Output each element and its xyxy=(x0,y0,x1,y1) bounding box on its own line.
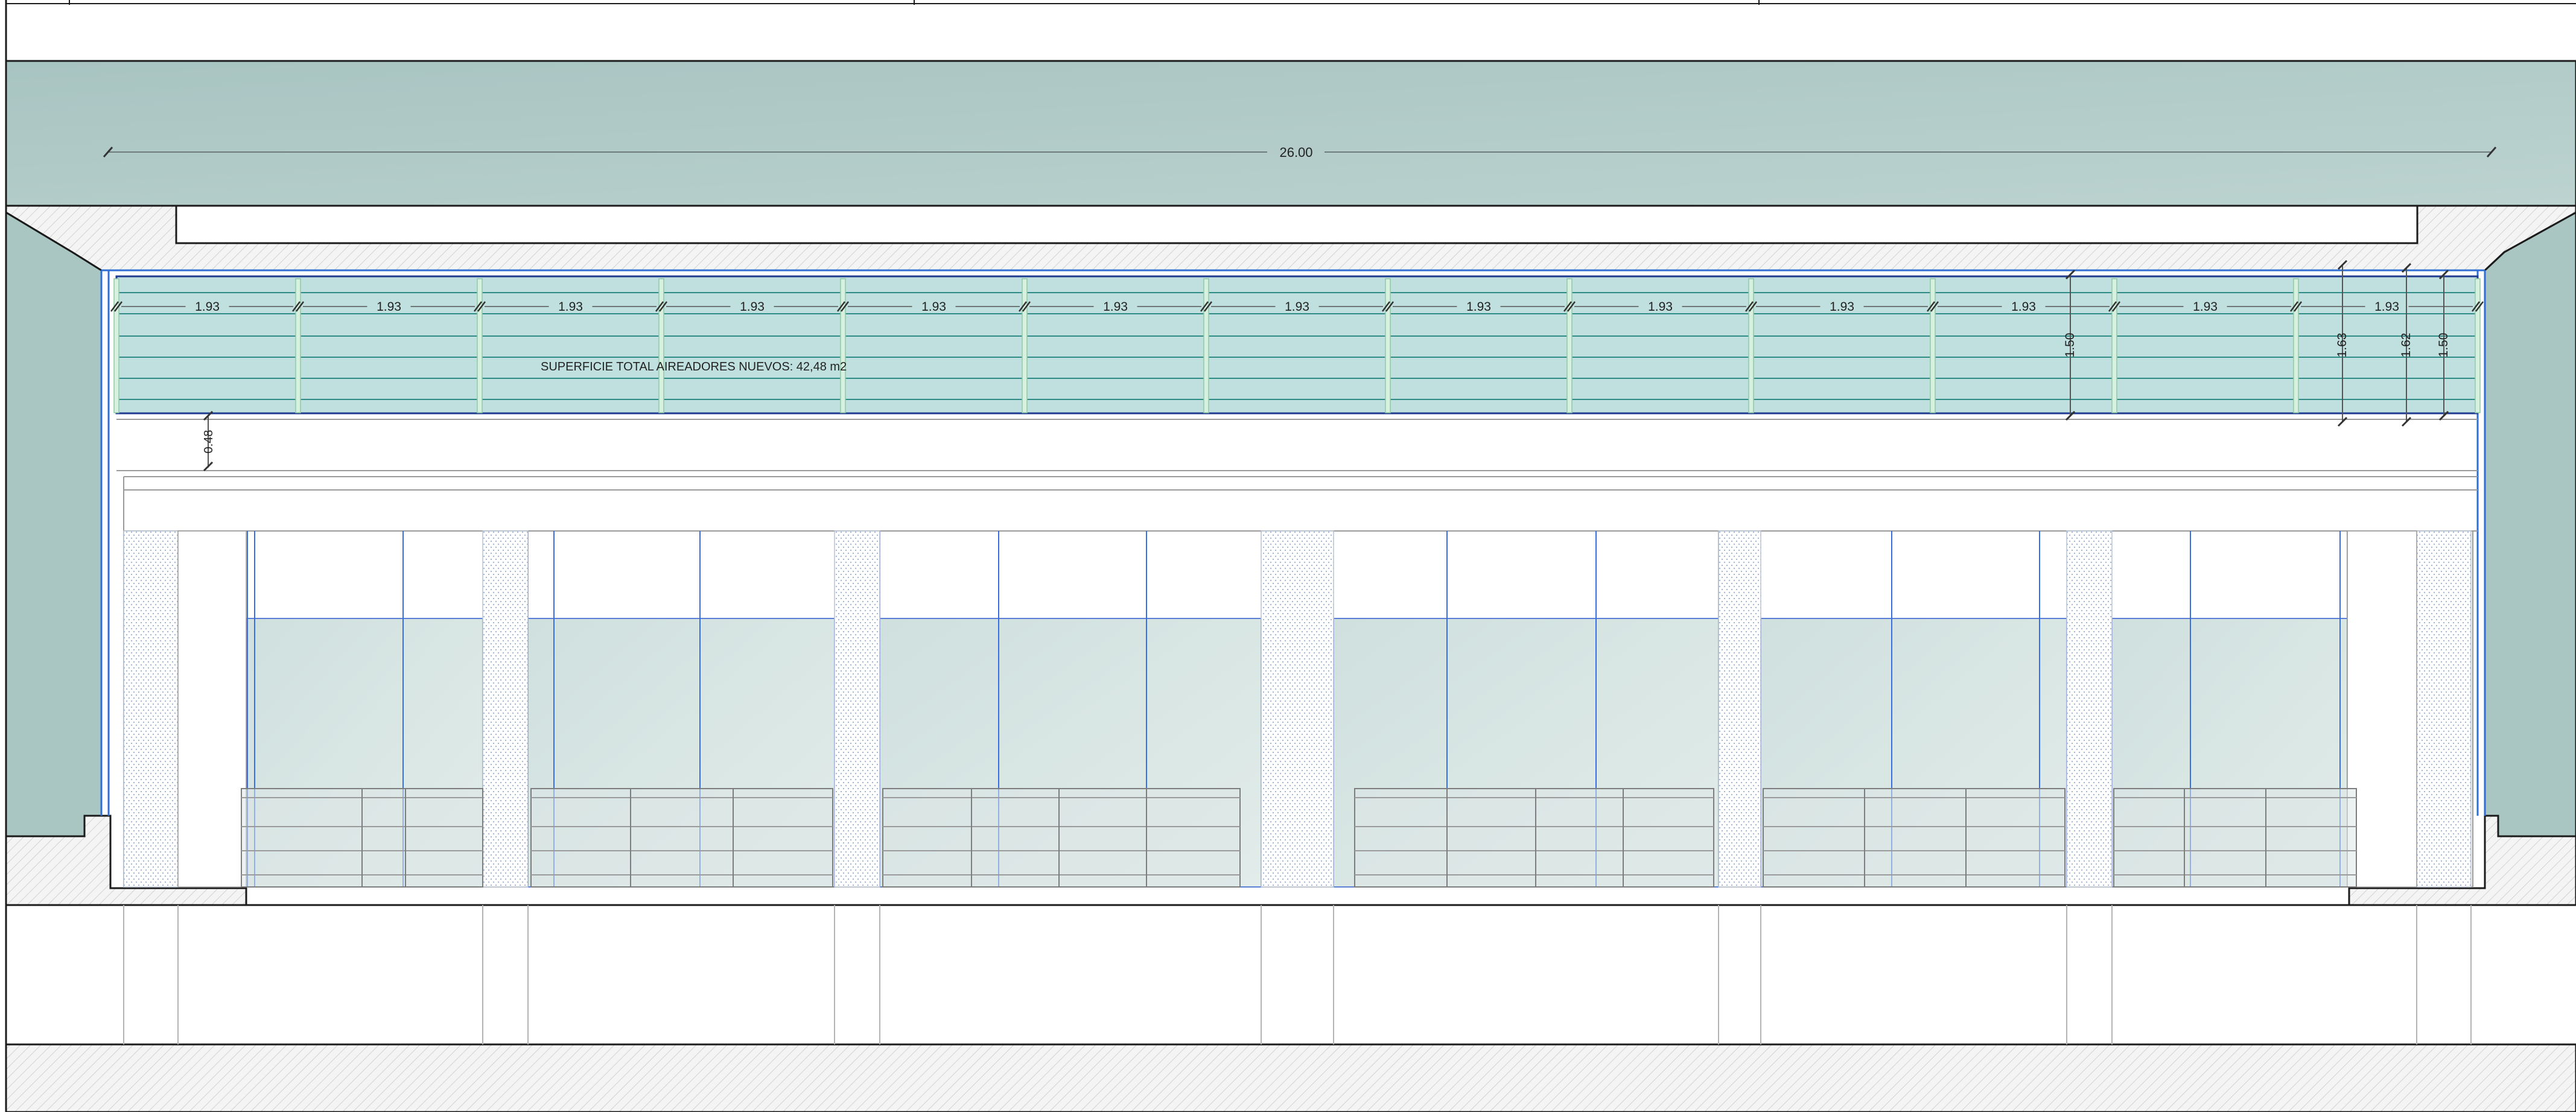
column-1 xyxy=(123,530,179,888)
panel-width-label: 1.93 xyxy=(921,300,946,314)
area-note: SUPERFICIE TOTAL AIREADORES NUEVOS: 42,4… xyxy=(541,360,847,373)
dim-offset-label: 0.48 xyxy=(202,430,215,454)
railing-frame xyxy=(530,788,833,888)
louver-mullion xyxy=(840,278,846,413)
column-5 xyxy=(1718,530,1761,888)
panel-width-label: 1.93 xyxy=(1103,300,1128,314)
louver-mullion xyxy=(1566,278,1573,413)
louver-mullion xyxy=(1203,278,1209,413)
dim-vertical-1-label: 1.50 xyxy=(2063,333,2077,358)
louver-mullion xyxy=(2475,278,2481,413)
railing-frame xyxy=(882,788,1241,888)
railing-3 xyxy=(882,788,1241,888)
panel-width-label: 1.93 xyxy=(2011,300,2036,314)
panel-width-label: 1.93 xyxy=(1466,300,1491,314)
column-7 xyxy=(2416,530,2472,888)
facade-elevation-drawing: 26.00 1.93 1.93 1.93 1.93 1.93 1.93 1.93 1.93 1.… xyxy=(5,0,2576,1112)
railing-frame xyxy=(2113,788,2357,888)
panel-width-label: 1.93 xyxy=(558,300,583,314)
overall-dimension-label: 26.00 xyxy=(1279,145,1312,160)
ground-band xyxy=(5,1043,2576,1112)
dim-vertical-3-label: 1.62 xyxy=(2399,333,2413,358)
panel-width-label: 1.93 xyxy=(1830,300,1854,314)
louver-mullion xyxy=(295,278,301,413)
railing-2 xyxy=(530,788,833,888)
panel-width-label: 1.93 xyxy=(1648,300,1673,314)
louver-mullion xyxy=(477,278,483,413)
panel-width-label: 1.93 xyxy=(2374,300,2399,314)
panel-width-label: 1.93 xyxy=(740,300,765,314)
louver-mullion xyxy=(1930,278,1936,413)
panel-width-label: 1.93 xyxy=(377,300,401,314)
panel-width-label: 1.93 xyxy=(195,300,220,314)
railing-6 xyxy=(2113,788,2357,888)
louver-mullion xyxy=(1748,278,1754,413)
louver-band xyxy=(115,275,2479,415)
left-side-wall xyxy=(5,211,103,837)
column-4 xyxy=(1261,530,1334,888)
louver-mullion xyxy=(1385,278,1391,413)
louver-mullion xyxy=(1022,278,1028,413)
panel-width-label: 1.93 xyxy=(2193,300,2218,314)
column-2 xyxy=(482,530,529,888)
dim-offset: 0.48 xyxy=(202,410,215,472)
louver-mullion xyxy=(2111,278,2117,413)
louver-mullion xyxy=(2293,278,2299,413)
pier-left xyxy=(177,530,247,888)
railing-frame xyxy=(1763,788,2066,888)
dim-vertical-4-label: 1.50 xyxy=(2437,333,2450,358)
pier-right xyxy=(2347,530,2417,888)
lower-column-lines xyxy=(123,905,2472,1044)
louver-mullion xyxy=(658,278,664,413)
railing-4 xyxy=(1354,788,1714,888)
roof-slab xyxy=(5,60,2576,207)
louver-mullion xyxy=(113,278,119,413)
railing-frame xyxy=(1354,788,1714,888)
column-3 xyxy=(834,530,880,888)
column-6 xyxy=(2066,530,2113,888)
panel-width-label: 1.93 xyxy=(1285,300,1309,314)
railing-1 xyxy=(241,788,483,888)
right-side-wall xyxy=(2484,211,2576,837)
upper-slab-void xyxy=(175,205,2419,244)
railing-5 xyxy=(1763,788,2066,888)
dim-vertical-2-label: 1.63 xyxy=(2335,333,2349,358)
